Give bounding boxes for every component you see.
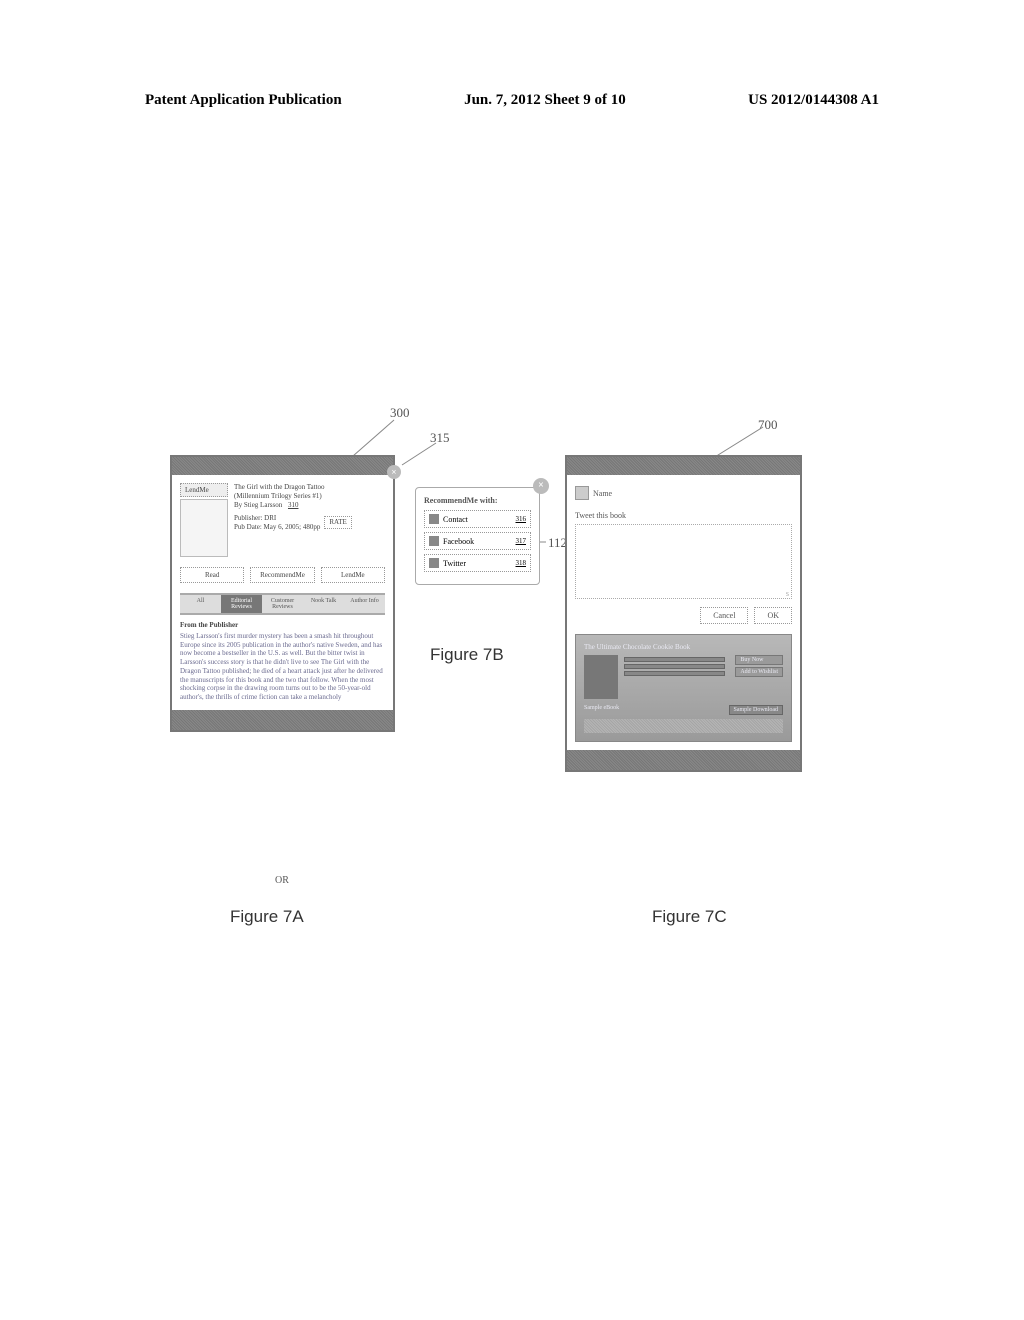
account-name: Name [593,489,612,498]
lendme-button[interactable]: LendMe [321,567,385,583]
option-facebook[interactable]: Facebook 317 [424,532,531,550]
caption-7a: Figure 7A [230,907,304,927]
ref-310: 310 [288,501,299,509]
lendme-badge: LendMe [180,483,228,497]
pubinfo-2: Pub Date: May 6, 2005; 480pp [234,523,320,532]
header-left: Patent Application Publication [145,92,342,109]
bottom-toolbar [567,750,800,770]
ref-316: 316 [516,515,527,523]
tab-author[interactable]: Author Info [344,593,385,615]
header-center: Jun. 7, 2012 Sheet 9 of 10 [464,92,626,109]
ref-318: 318 [516,559,527,567]
caption-7c: Figure 7C [652,907,727,927]
close-icon[interactable]: × [387,465,401,479]
page-header: Patent Application Publication Jun. 7, 2… [145,92,879,109]
preview-nav [584,719,783,733]
rate-button[interactable]: RATE [324,516,352,529]
figure-7b-popup: × RecommendMe with: Contact 316 Facebook… [415,487,540,585]
bottom-toolbar [172,710,393,730]
option-contact[interactable]: Contact 316 [424,510,531,528]
sample-download-button[interactable]: Sample Download [729,705,784,715]
resize-icon: s [786,589,789,598]
book-byline: By Stieg Larsson 310 [234,501,385,510]
preview-card: The Ultimate Chocolate Cookie Book Buy N… [575,634,792,742]
close-icon[interactable]: × [533,478,549,494]
titlebar: × [172,457,393,475]
ref-315: 315 [430,430,450,446]
review-body: Stieg Larsson's first murder mystery has… [180,632,385,702]
ref-300: 300 [390,405,410,421]
header-right: US 2012/0144308 A1 [748,92,879,109]
popup-header: RecommendMe with: [424,496,531,505]
option-twitter[interactable]: Twitter 318 [424,554,531,572]
buy-now-button[interactable]: Buy Now [735,655,783,665]
tweet-input[interactable]: s [575,524,792,599]
titlebar [567,457,800,475]
editorial-review: From the Publisher Stieg Larsson's first… [180,621,385,702]
contact-icon [429,514,439,524]
recommendme-button[interactable]: RecommendMe [250,567,314,583]
review-header: From the Publisher [180,621,385,630]
tab-all[interactable]: All [180,593,221,615]
preview-cover [584,655,618,699]
or-label: OR [275,875,289,886]
account-row: Name [575,483,792,503]
detail-tabs: All Editorial Reviews Customer Reviews N… [180,593,385,615]
cancel-button[interactable]: Cancel [700,607,748,624]
twitter-icon [429,558,439,568]
avatar [575,486,589,500]
ref-317: 317 [516,537,527,545]
wishlist-button[interactable]: Add to Wishlist [735,667,783,677]
read-button[interactable]: Read [180,567,244,583]
ok-button[interactable]: OK [754,607,792,624]
pubinfo-1: Publisher: DRI [234,514,320,523]
figure-7c-device: Name Tweet this book s Cancel OK The Ult… [565,455,802,772]
book-cover [180,499,228,557]
facebook-icon [429,536,439,546]
caption-7b: Figure 7B [430,645,504,665]
book-title: The Girl with the Dragon Tattoo [234,483,385,492]
preview-meta [624,655,725,699]
figure-7a-device: × LendMe The Girl with the Dragon Tattoo… [170,455,395,732]
preview-title: The Ultimate Chocolate Cookie Book [584,643,783,651]
tweet-label: Tweet this book [575,511,792,520]
ref-700: 700 [758,417,778,433]
tab-customer[interactable]: Customer Reviews [262,593,303,615]
tab-nooktalk[interactable]: Nook Talk [303,593,344,615]
tab-editorial[interactable]: Editorial Reviews [221,593,262,615]
sample-section: Sample eBook Sample Download [584,705,783,715]
book-subtitle: (Millennium Trilogy Series #1) [234,492,385,501]
